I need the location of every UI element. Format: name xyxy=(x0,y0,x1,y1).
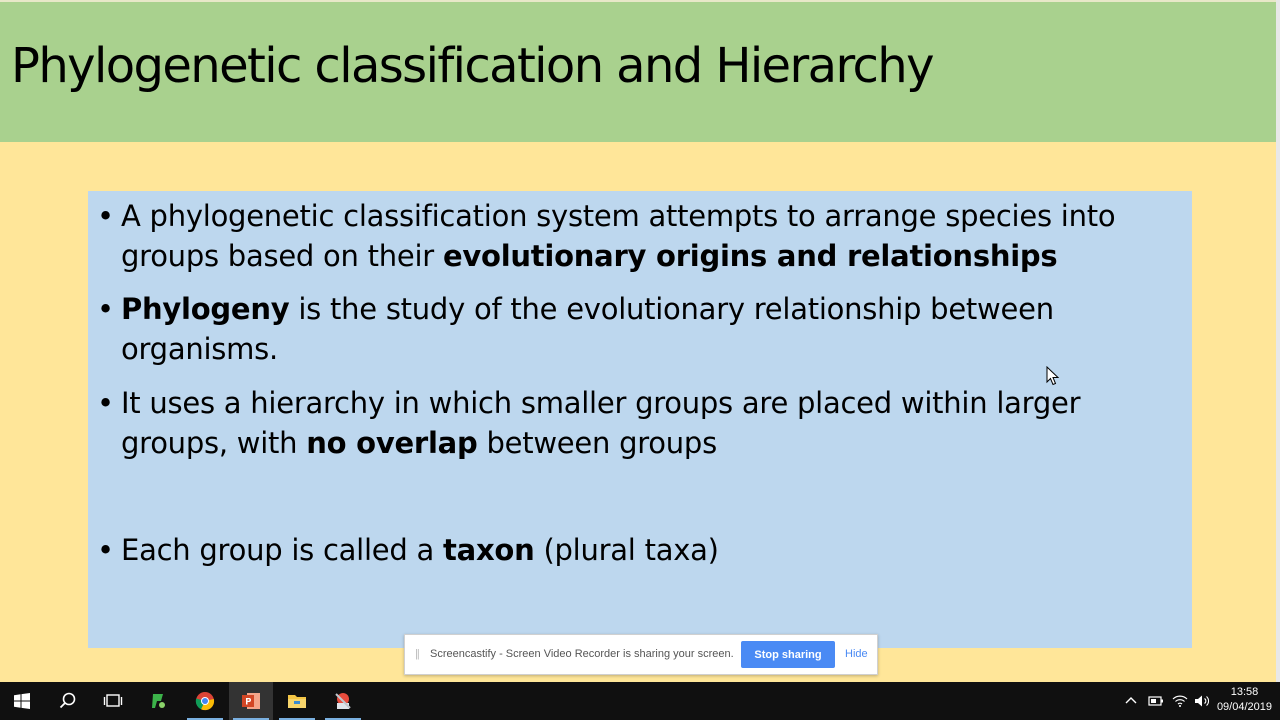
bullet-item: • Phylogeny is the study of the evolutio… xyxy=(88,289,1188,369)
app-misc-icon[interactable] xyxy=(321,682,365,720)
chevron-up-icon[interactable] xyxy=(1124,694,1138,708)
task-view-icon[interactable] xyxy=(91,682,135,720)
clock-date: 09/04/2019 xyxy=(1216,701,1272,713)
mouse-cursor-icon xyxy=(1046,366,1060,386)
wifi-icon[interactable] xyxy=(1172,694,1188,708)
bullet-text-run: Each group is called a xyxy=(121,533,444,567)
powerpoint-icon[interactable] xyxy=(229,682,273,720)
bullet-bold-text: Phylogeny xyxy=(121,292,290,326)
stop-sharing-button[interactable]: Stop sharing xyxy=(741,641,835,668)
drag-handle-icon[interactable]: || xyxy=(415,648,420,660)
system-clock[interactable]: 13:58 09/04/2019 xyxy=(1217,685,1272,715)
bullet-text: Phylogeny is the study of the evolutiona… xyxy=(121,289,1188,369)
file-explorer-icon[interactable] xyxy=(275,682,319,720)
volume-icon[interactable] xyxy=(1194,694,1210,708)
taskbar: 13:58 09/04/2019 xyxy=(0,682,1280,720)
bullet-dot: • xyxy=(97,533,114,567)
share-message: Screencastify - Screen Video Recorder is… xyxy=(430,648,734,660)
bullet-item: • Each group is called a taxon (plural t… xyxy=(88,530,1188,570)
bullet-bold-text: taxon xyxy=(443,533,535,567)
battery-icon[interactable] xyxy=(1148,694,1164,708)
bullet-bold-text: evolutionary origins and relationships xyxy=(442,239,1058,273)
screen-share-notification: || Screencastify - Screen Video Recorder… xyxy=(404,634,878,675)
start-icon[interactable] xyxy=(0,682,44,720)
bullet-text: Each group is called a taxon (plural tax… xyxy=(121,530,1188,570)
hide-link[interactable]: Hide xyxy=(845,648,868,660)
bullet-dot: • xyxy=(97,292,114,326)
bullet-dot: • xyxy=(97,386,114,420)
bullet-item: • A phylogenetic classification system a… xyxy=(88,196,1188,276)
bullet-text-run: (plural taxa) xyxy=(534,533,719,567)
bullet-item: • It uses a hierarchy in which smaller g… xyxy=(88,383,1188,463)
bullet-text: It uses a hierarchy in which smaller gro… xyxy=(121,383,1188,463)
app-green-icon[interactable] xyxy=(136,682,180,720)
window-edge xyxy=(1276,0,1280,682)
bullet-text: A phylogenetic classification system att… xyxy=(121,196,1188,276)
bullet-text-run: between groups xyxy=(477,426,717,460)
slide-title-band: Phylogenetic classification and Hierarch… xyxy=(0,0,1276,142)
system-tray xyxy=(1124,682,1210,720)
chrome-icon[interactable] xyxy=(183,682,227,720)
clock-time: 13:58 xyxy=(1230,686,1259,698)
bullet-bold-text: no overlap xyxy=(306,426,478,460)
slide-title: Phylogenetic classification and Hierarch… xyxy=(11,38,935,94)
search-icon[interactable] xyxy=(46,682,90,720)
slide-content-box: • A phylogenetic classification system a… xyxy=(88,191,1192,648)
bullet-dot: • xyxy=(97,199,114,233)
